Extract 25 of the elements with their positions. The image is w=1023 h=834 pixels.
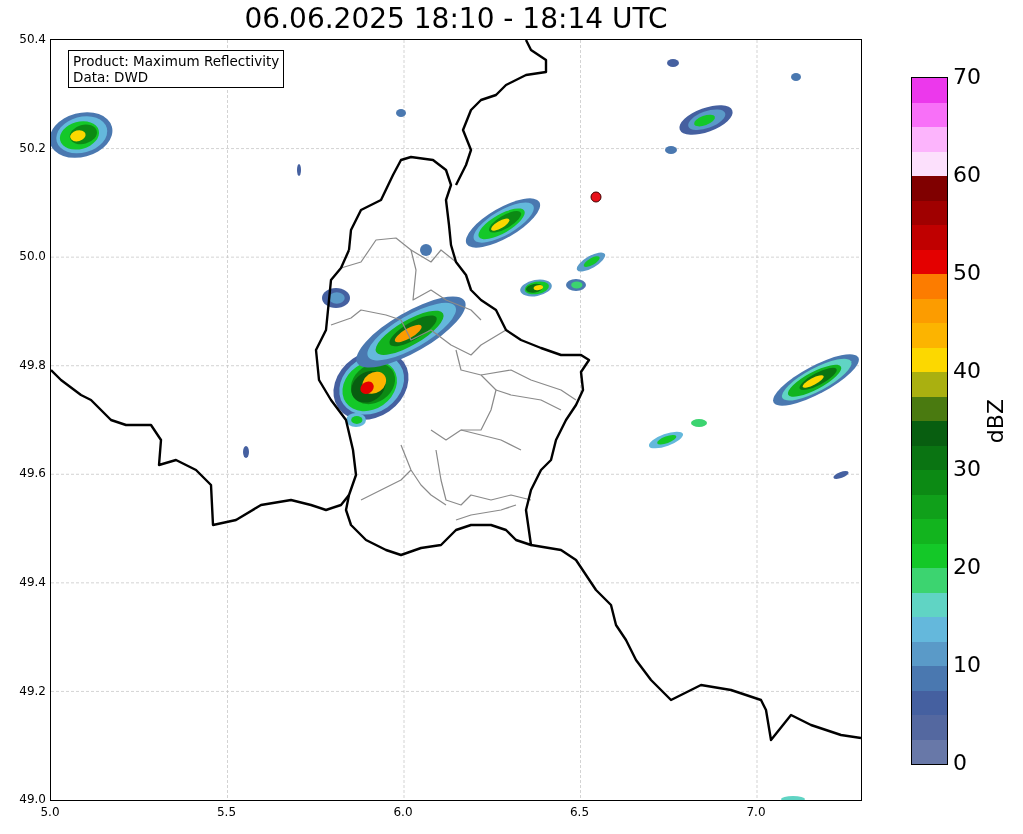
axis-tick-label: 6.5 [568, 804, 591, 820]
colorbar-tick-label: 70 [953, 64, 981, 90]
chart-title: 06.06.2025 18:10 - 18:14 UTC [244, 4, 668, 34]
colorbar-tick-label: 60 [953, 162, 981, 188]
axis-tick-label: 50.2 [19, 139, 46, 156]
colorbar-tick-label: 40 [953, 358, 981, 384]
info-text: Data: DWD [73, 69, 150, 85]
axis-tick-label: 5.0 [39, 804, 61, 820]
colorbar-tick-label: 0 [953, 750, 968, 776]
axis-tick-label: 50.0 [19, 248, 46, 265]
axis-tick-label: 7.0 [745, 804, 767, 820]
axis-tick-label: 49.6 [19, 465, 46, 482]
colorbar-tick-label: 20 [953, 554, 981, 580]
axis-tick-label: 49.2 [19, 682, 46, 699]
axis-tick-label: 5.5 [215, 804, 238, 820]
axis-tick-label: 49.4 [19, 573, 46, 590]
colorbar-tick-label: 30 [953, 456, 981, 482]
colorbar-tick-label: 50 [953, 260, 981, 286]
colorbar-tick-label: 10 [953, 652, 981, 678]
axis-tick-label: 6.0 [392, 804, 414, 820]
colorbar-label: dBZ [983, 398, 1009, 444]
axis-tick-label: 49.0 [19, 791, 46, 807]
info-text: Product: Maximum Reflectivity [73, 53, 280, 69]
axis-tick-label: 49.8 [19, 356, 46, 373]
axis-tick-label: 50.4 [19, 31, 46, 47]
